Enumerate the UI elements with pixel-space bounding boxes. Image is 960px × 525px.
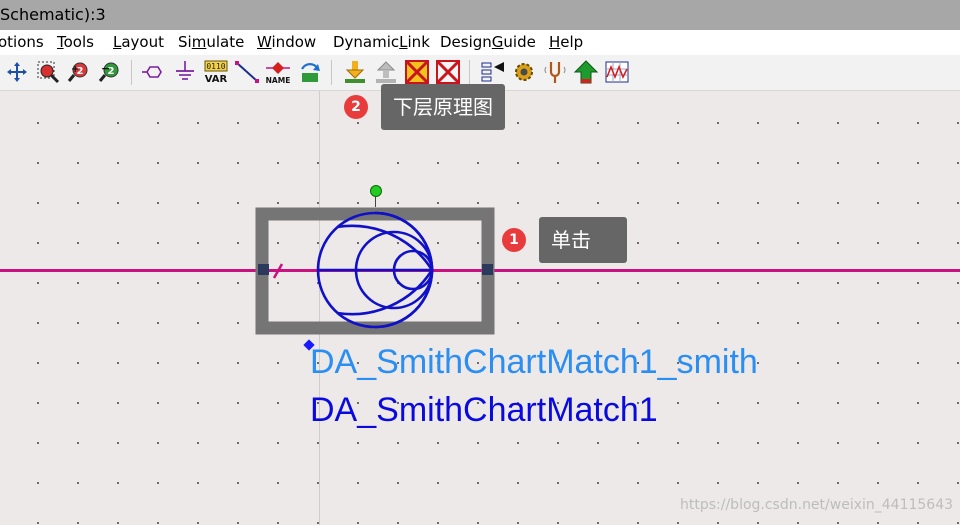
ground-icon xyxy=(176,61,194,80)
insert-var-button[interactable]: 0110 VAR xyxy=(203,59,229,85)
tune-button[interactable] xyxy=(542,59,568,85)
step-badge-2: 2 xyxy=(344,95,368,119)
menu-help[interactable]: Help xyxy=(549,30,583,55)
toolbar-separator xyxy=(469,60,470,85)
rotate-icon xyxy=(301,63,320,82)
rotate-button[interactable] xyxy=(297,59,323,85)
tune-list-icon xyxy=(481,62,504,82)
menu-designguide[interactable]: DesignGuide xyxy=(440,30,536,55)
name-icon: NAME xyxy=(266,62,291,85)
deactivate-icon xyxy=(405,60,429,84)
zoom-area-icon xyxy=(37,61,60,84)
menu-layout[interactable]: Layout xyxy=(113,30,164,55)
pop-up-icon xyxy=(376,61,396,83)
short-icon xyxy=(436,60,460,84)
menu-dynamiclink[interactable]: DynamicLink xyxy=(333,30,430,55)
push-down-icon xyxy=(345,61,365,83)
component-port-right[interactable] xyxy=(482,264,493,275)
component-design-label[interactable]: DA_SmithChartMatch1 xyxy=(310,391,658,430)
svg-text:+: + xyxy=(71,64,79,75)
simulate-button[interactable] xyxy=(573,59,599,85)
move-arrows-icon xyxy=(7,62,27,82)
zoom-out-button[interactable]: 2 − xyxy=(97,59,123,85)
deactivate-component-button[interactable] xyxy=(404,59,430,85)
var-icon-label: VAR xyxy=(205,74,228,85)
var-icon: 0110 VAR xyxy=(204,60,228,85)
wire-icon xyxy=(235,61,259,83)
watermark-text: https://blog.csdn.net/weixin_44115643 xyxy=(680,497,954,513)
smith-chart-icon xyxy=(316,211,434,329)
step-badge-1: 1 xyxy=(502,228,526,252)
window-title: Schematic):3 xyxy=(0,5,106,24)
window-title-bar: Schematic):3 xyxy=(0,0,960,30)
data-display-icon xyxy=(605,61,629,83)
pop-out-hierarchy-button[interactable] xyxy=(373,59,399,85)
tooltip-push-into-hierarchy: 下层原理图 xyxy=(381,84,505,130)
tune-parameters-button[interactable] xyxy=(480,59,506,85)
simulate-arrow-icon xyxy=(573,60,599,84)
insert-port-button[interactable] xyxy=(141,59,167,85)
name-icon-label: NAME xyxy=(266,76,291,85)
insert-wire-button[interactable] xyxy=(234,59,260,85)
data-display-button[interactable] xyxy=(604,59,630,85)
menu-options[interactable]: otions xyxy=(0,30,44,55)
gear-icon xyxy=(515,63,533,81)
component-port-left[interactable] xyxy=(258,264,269,275)
push-into-hierarchy-button[interactable] xyxy=(342,59,368,85)
short-component-button[interactable] xyxy=(435,59,461,85)
var-icon-bits: 0110 xyxy=(206,62,225,71)
component-pin-marker[interactable] xyxy=(370,185,382,197)
menu-tools[interactable]: Tools xyxy=(57,30,94,55)
port-icon xyxy=(142,66,162,78)
menu-bar: otions Tools Layout Simulate Window Dyna… xyxy=(0,30,960,55)
zoom-area-button[interactable] xyxy=(35,59,61,85)
zoom-in-icon: 2 + xyxy=(67,62,88,82)
zoom-in-button[interactable]: 2 + xyxy=(66,59,92,85)
svg-text:−: − xyxy=(101,62,110,75)
simulation-settings-button[interactable] xyxy=(511,59,537,85)
wire-tick xyxy=(272,263,284,279)
insert-name-button[interactable]: NAME xyxy=(265,59,291,85)
menu-window[interactable]: Window xyxy=(257,30,316,55)
pan-view-button[interactable] xyxy=(4,59,30,85)
zoom-out-icon: 2 − xyxy=(98,62,119,82)
tooltip-single-click: 单击 xyxy=(539,217,627,263)
menu-simulate[interactable]: Simulate xyxy=(178,30,244,55)
toolbar-separator xyxy=(131,60,132,85)
insert-ground-button[interactable] xyxy=(172,59,198,85)
tuning-fork-icon xyxy=(544,62,566,83)
toolbar-separator xyxy=(331,60,332,85)
smith-chart-symbol xyxy=(255,207,495,335)
component-instance-label[interactable]: DA_SmithChartMatch1_smith xyxy=(310,343,758,382)
smith-chart-match-component[interactable] xyxy=(255,207,495,335)
